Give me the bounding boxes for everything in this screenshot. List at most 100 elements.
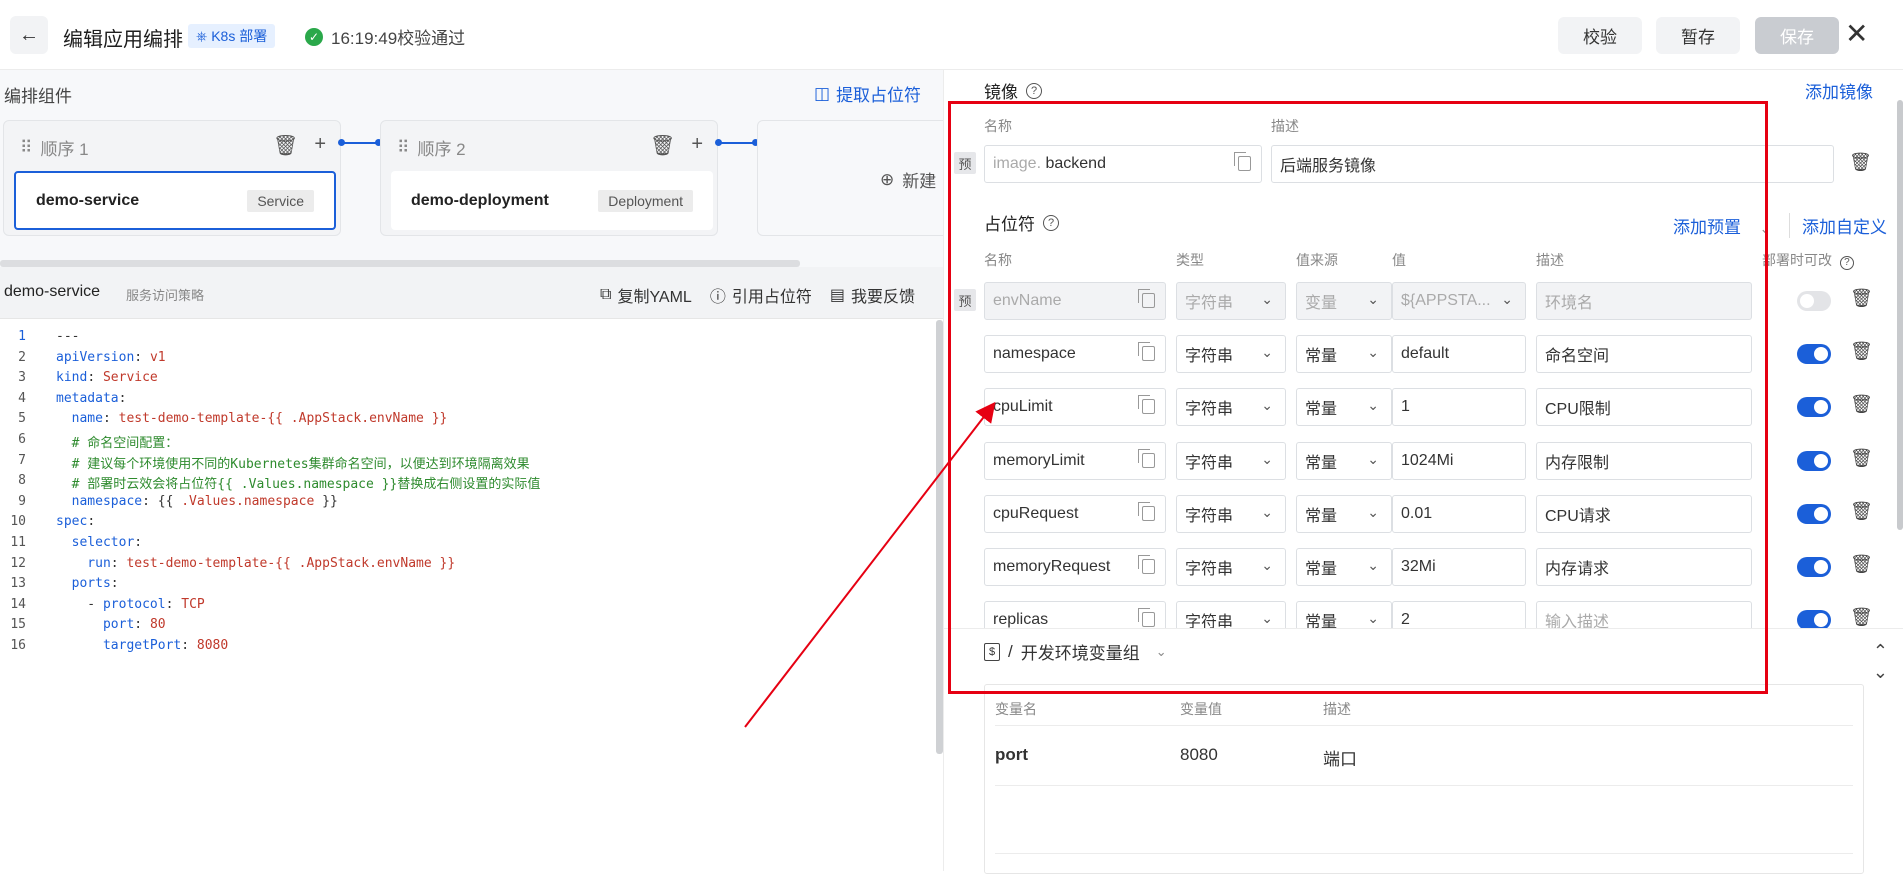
copy-icon[interactable] bbox=[1234, 152, 1251, 171]
component-item-selected[interactable]: demo-service Service bbox=[14, 171, 336, 230]
component-name: demo-deployment bbox=[411, 191, 549, 209]
value-field[interactable]: 32Mi bbox=[1392, 548, 1526, 586]
copy-icon[interactable] bbox=[1138, 555, 1155, 574]
save-button[interactable]: 保存 bbox=[1755, 17, 1839, 54]
value-field[interactable]: 1024Mi bbox=[1392, 441, 1526, 480]
description-field[interactable]: 内存限制 bbox=[1536, 441, 1752, 480]
delete-icon[interactable]: 🗑 bbox=[273, 133, 298, 158]
description-field[interactable]: 环境名 bbox=[1536, 282, 1752, 320]
collapse-icon[interactable]: ⌃ ⌄ bbox=[1873, 641, 1888, 683]
placeholder-name-field[interactable]: namespace bbox=[984, 335, 1166, 374]
code-token: .Values.namespace bbox=[181, 493, 315, 509]
delete-image-icon[interactable]: 🗑 bbox=[1849, 152, 1872, 173]
chevron-down-icon[interactable]: ⌄ bbox=[1156, 644, 1167, 660]
placeholder-name-field[interactable]: cpuLimit bbox=[984, 388, 1166, 427]
delete-icon[interactable]: 🗑 bbox=[1850, 394, 1873, 415]
drag-handle-icon[interactable]: ⠿ bbox=[20, 138, 32, 158]
value-field[interactable]: 1 bbox=[1392, 388, 1526, 427]
source-select[interactable]: 常量 ⌄ bbox=[1296, 548, 1392, 586]
type-select[interactable]: 字符串 ⌄ bbox=[1176, 388, 1286, 427]
value-field[interactable]: ${APPSTA... ⌄ bbox=[1392, 282, 1526, 320]
type-select[interactable]: 字符串 ⌄ bbox=[1176, 494, 1286, 533]
validate-button[interactable]: 校验 bbox=[1558, 17, 1642, 54]
copy-icon[interactable] bbox=[1138, 501, 1155, 521]
description-field[interactable]: CPU限制 bbox=[1536, 388, 1752, 427]
editable-toggle[interactable] bbox=[1797, 291, 1831, 311]
placeholder-desc: 内存请求 bbox=[1545, 561, 1610, 578]
placeholder-name-field[interactable]: envName bbox=[984, 282, 1166, 320]
placeholder-name-field[interactable]: memoryLimit bbox=[984, 441, 1166, 480]
reference-placeholder-button[interactable]: ⓘ 引用占位符 bbox=[710, 283, 812, 307]
add-icon[interactable]: + bbox=[314, 133, 326, 158]
source-select[interactable]: 常量 ⌄ bbox=[1296, 388, 1392, 427]
new-component[interactable]: ⊕ 新建 bbox=[880, 167, 936, 192]
add-custom-link[interactable]: 添加自定义 bbox=[1789, 213, 1887, 238]
chevron-down-icon[interactable]: ⌄ bbox=[1760, 221, 1771, 236]
editable-toggle[interactable] bbox=[1797, 344, 1831, 365]
description-field[interactable]: CPU请求 bbox=[1536, 494, 1752, 533]
component-item[interactable]: demo-deployment Deployment bbox=[391, 171, 713, 230]
code-token: spec bbox=[56, 514, 88, 530]
copy-yaml-button[interactable]: ⧉ 复制YAML bbox=[600, 283, 692, 307]
editor-scrollbar[interactable] bbox=[936, 320, 943, 754]
add-image-link[interactable]: 添加镜像 bbox=[1805, 78, 1873, 103]
copy-icon[interactable] bbox=[1138, 448, 1155, 468]
type-select[interactable]: 字符串 ⌄ bbox=[1176, 548, 1286, 586]
editable-toggle[interactable] bbox=[1797, 397, 1831, 418]
editable-toggle[interactable] bbox=[1797, 503, 1831, 524]
delete-icon[interactable]: 🗑 bbox=[1850, 448, 1873, 469]
extract-placeholder-link[interactable]: ◫ 提取占位符 bbox=[814, 81, 921, 106]
description-field[interactable]: 内存请求 bbox=[1536, 548, 1752, 586]
copy-icon[interactable] bbox=[1138, 342, 1155, 362]
copy-icon[interactable] bbox=[1138, 608, 1155, 628]
component-card[interactable]: ⠿ 顺序 2 🗑 + demo-deployment Deployment bbox=[380, 120, 718, 236]
draft-button[interactable]: 暂存 bbox=[1656, 17, 1740, 54]
add-preset-link[interactable]: 添加预置 ⌄ bbox=[1673, 213, 1771, 238]
back-arrow-icon[interactable]: ← bbox=[10, 16, 48, 54]
editable-toggle[interactable] bbox=[1797, 557, 1831, 577]
delete-icon[interactable]: 🗑 bbox=[1850, 554, 1873, 575]
source-select[interactable]: 常量 ⌄ bbox=[1296, 335, 1392, 374]
help-icon[interactable]: ? bbox=[1043, 214, 1059, 231]
code-token: targetPort bbox=[56, 638, 182, 653]
reference-placeholder-label: 引用占位符 bbox=[731, 289, 812, 306]
help-icon[interactable]: ? bbox=[1026, 82, 1042, 99]
new-component-card[interactable]: ⊕ 新建 bbox=[757, 120, 957, 236]
source-select[interactable]: 常量 ⌄ bbox=[1296, 494, 1392, 533]
check-circle-icon: ✓ bbox=[305, 27, 323, 46]
right-scrollbar[interactable] bbox=[1897, 100, 1903, 530]
source-select[interactable]: 变量 ⌄ bbox=[1296, 282, 1392, 320]
type-value: 字符串 bbox=[1185, 454, 1234, 472]
drag-handle-icon[interactable]: ⠿ bbox=[397, 138, 409, 158]
placeholder-value: 2 bbox=[1401, 611, 1410, 629]
delete-icon[interactable]: 🗑 bbox=[650, 133, 675, 158]
image-name-field[interactable]: image. backend bbox=[984, 145, 1262, 183]
delete-icon[interactable]: 🗑 bbox=[1850, 501, 1873, 522]
type-select[interactable]: 字符串 ⌄ bbox=[1176, 282, 1286, 320]
image-desc-field[interactable]: 后端服务镜像 bbox=[1271, 145, 1834, 183]
add-icon[interactable]: + bbox=[691, 133, 703, 158]
horizontal-scrollbar[interactable] bbox=[0, 260, 800, 267]
description-field[interactable]: 命名空间 bbox=[1536, 335, 1752, 374]
help-icon[interactable]: ? bbox=[1839, 255, 1854, 270]
placeholder-name: memoryRequest bbox=[993, 558, 1111, 575]
env-group-header[interactable]: $ / 开发环境变量组 ⌄ bbox=[984, 639, 1167, 664]
copy-icon[interactable] bbox=[1138, 395, 1155, 415]
component-card[interactable]: ⠿ 顺序 1 🗑 + demo-service Service bbox=[3, 120, 341, 236]
yaml-editor[interactable]: 1 --- 2 apiVersion: v1 3 kind: Service 4 metada… bbox=[0, 319, 943, 871]
copy-icon[interactable] bbox=[1138, 289, 1155, 308]
value-field[interactable]: 0.01 bbox=[1392, 494, 1526, 533]
feedback-button[interactable]: ▤ 我要反馈 bbox=[830, 283, 915, 307]
value-field[interactable]: default bbox=[1392, 335, 1526, 374]
delete-icon[interactable]: 🗑 bbox=[1850, 288, 1873, 309]
type-select[interactable]: 字符串 ⌄ bbox=[1176, 441, 1286, 480]
editable-toggle[interactable] bbox=[1797, 450, 1831, 471]
close-icon[interactable]: ✕ bbox=[1845, 20, 1868, 48]
placeholder-name-field[interactable]: cpuRequest bbox=[984, 494, 1166, 533]
placeholder-name-field[interactable]: memoryRequest bbox=[984, 548, 1166, 586]
placeholder-value: 1024Mi bbox=[1401, 451, 1454, 469]
source-select[interactable]: 常量 ⌄ bbox=[1296, 441, 1392, 480]
type-select[interactable]: 字符串 ⌄ bbox=[1176, 335, 1286, 374]
delete-icon[interactable]: 🗑 bbox=[1850, 607, 1873, 628]
delete-icon[interactable]: 🗑 bbox=[1850, 341, 1873, 362]
